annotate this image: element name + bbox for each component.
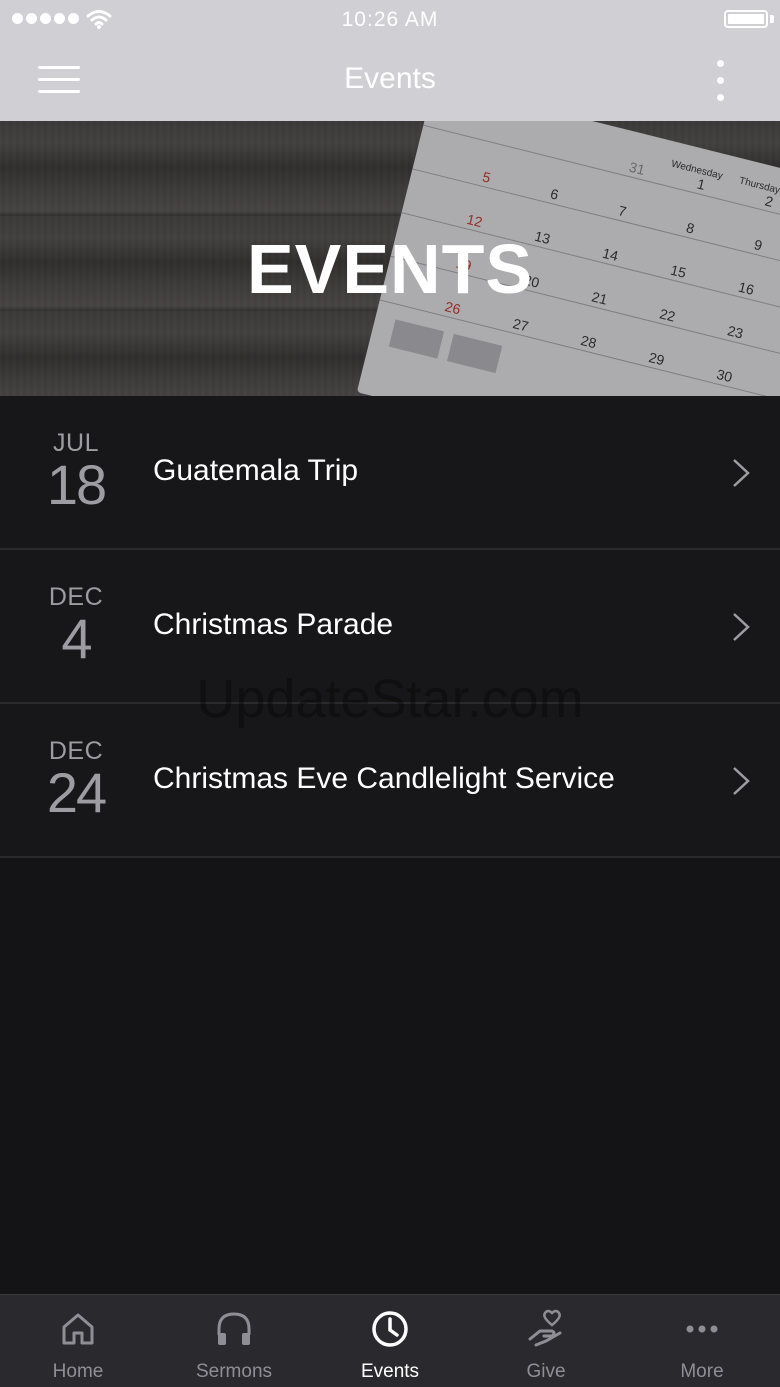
hero-title: EVENTS — [246, 230, 534, 308]
tab-events[interactable]: Events — [312, 1295, 468, 1387]
event-day: 4 — [61, 607, 92, 670]
tab-label: Events — [360, 1361, 420, 1382]
more-dots-icon — [686, 1325, 718, 1333]
more-options-icon[interactable] — [710, 60, 730, 102]
tab-bar: Home Sermons Events Give More — [0, 1294, 780, 1387]
tab-label: Give — [526, 1361, 566, 1382]
hero-banner: Wednesday Thursday 31 1 2 5 6 7 8 9 12 1… — [0, 121, 780, 396]
tab-more[interactable]: More — [624, 1295, 780, 1387]
event-day: 18 — [46, 453, 107, 516]
chevron-right-icon — [733, 767, 750, 795]
event-title: Christmas Parade — [153, 608, 394, 641]
battery-icon — [724, 10, 768, 28]
event-title: Guatemala Trip — [153, 454, 359, 487]
status-time: 10:26 AM — [341, 8, 439, 31]
tab-home[interactable]: Home — [0, 1295, 156, 1387]
battery-tip — [770, 15, 774, 23]
event-row-guatemala-trip[interactable]: JUL 18 Guatemala Trip — [0, 396, 780, 550]
tab-label: Sermons — [195, 1361, 273, 1382]
give-hand-heart-icon — [528, 1309, 562, 1347]
tab-sermons[interactable]: Sermons — [156, 1295, 312, 1387]
tab-label: Home — [52, 1361, 104, 1382]
home-icon — [62, 1313, 94, 1345]
event-day: 24 — [46, 761, 107, 824]
navigation-bar: Events — [0, 40, 780, 121]
clock-icon — [372, 1311, 408, 1347]
event-list: JUL 18 Guatemala Trip DEC 4 Christmas Pa… — [0, 396, 780, 858]
status-bar: 10:26 AM — [0, 0, 780, 40]
chevron-right-icon — [733, 613, 750, 641]
event-title: Christmas Eve Candlelight Service — [153, 762, 615, 795]
watermark: UpdateStar.com — [196, 669, 584, 729]
tab-label: More — [680, 1361, 724, 1382]
tab-give[interactable]: Give — [468, 1295, 624, 1387]
chevron-right-icon — [733, 459, 750, 487]
headphones-icon — [217, 1312, 251, 1345]
page-title: Events — [344, 62, 436, 95]
